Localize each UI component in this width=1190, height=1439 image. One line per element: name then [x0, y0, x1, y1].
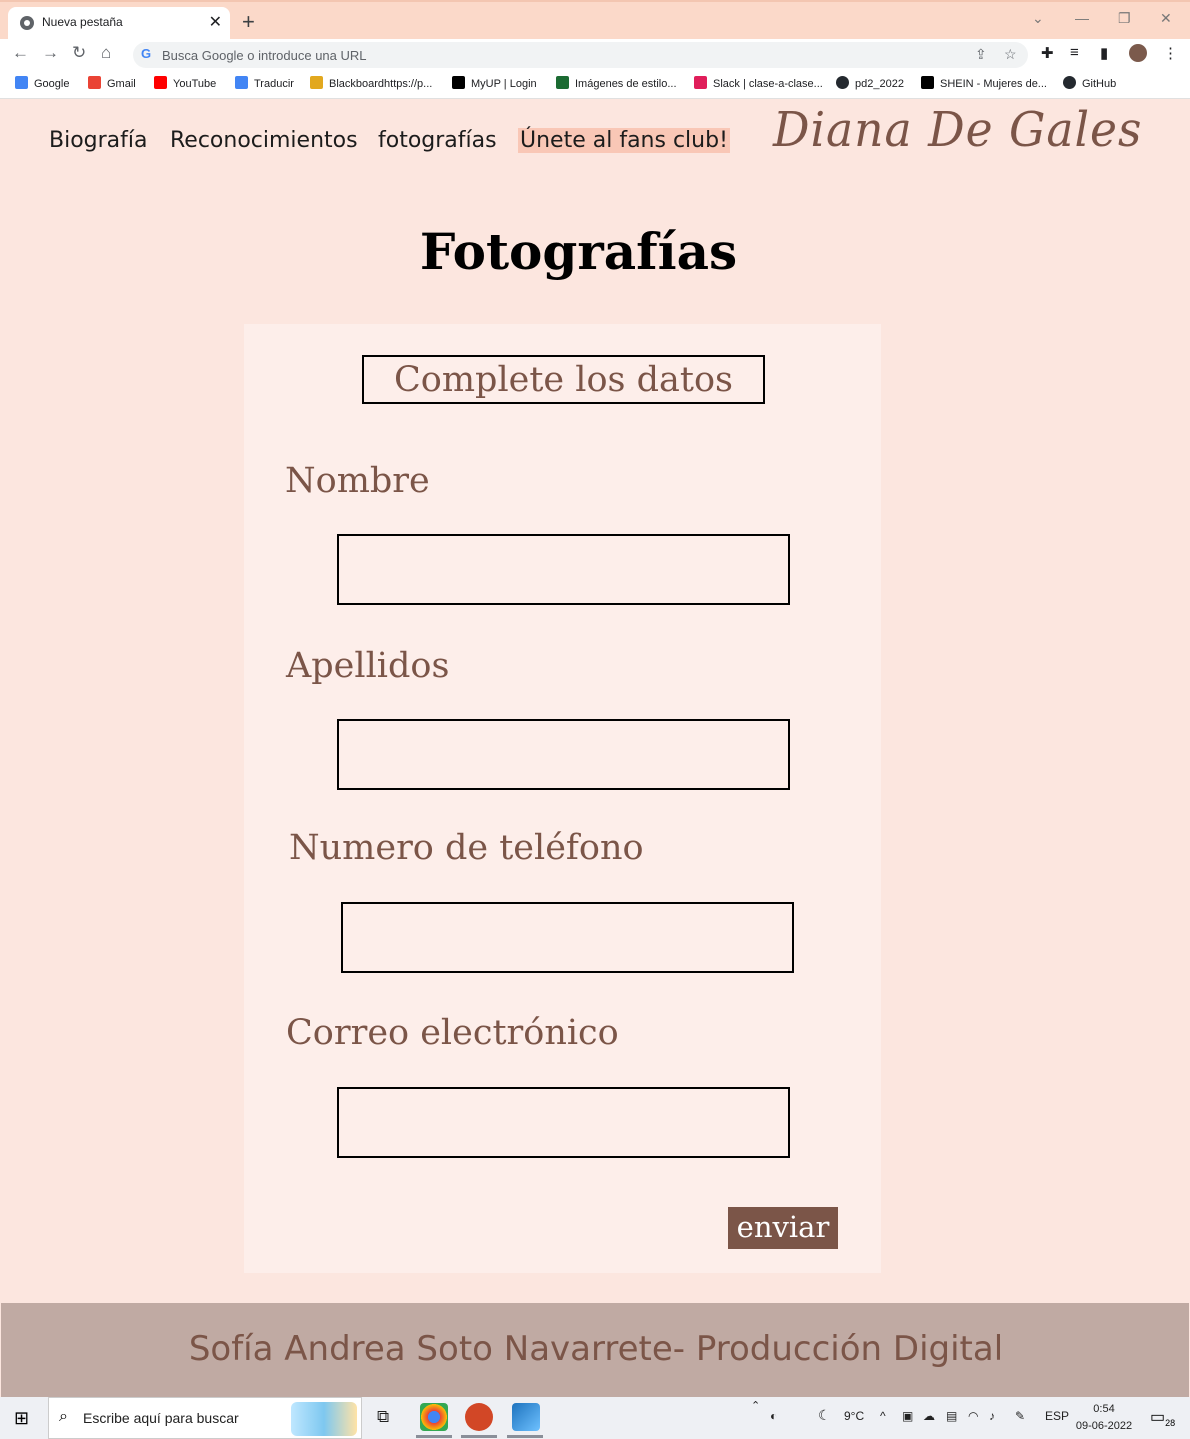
bookmark-star-icon[interactable]: ☆: [1004, 46, 1017, 63]
omnibox-placeholder: Busca Google o introduce una URL: [162, 48, 367, 63]
language-indicator[interactable]: ESP: [1045, 1409, 1069, 1423]
clock-date: 09-06-2022: [1075, 1420, 1133, 1432]
bookmarks-bar: Google Gmail YouTube Traducir Blackboard…: [0, 69, 1190, 99]
translate-icon: [235, 76, 248, 89]
youtube-icon: [154, 76, 167, 89]
footer-credit: Sofía Andrea Soto Navarrete- Producción …: [188, 1329, 1004, 1369]
notification-count: 28: [1165, 1418, 1176, 1429]
weather-temp[interactable]: 9°C: [844, 1409, 864, 1423]
close-window-button[interactable]: ✕: [1160, 10, 1172, 27]
browser-tab-bar: Nueva pestaña ✕ + ⌄ — ❐ ✕: [0, 0, 1190, 41]
minimize-button[interactable]: —: [1075, 10, 1089, 26]
photos-taskbar-icon[interactable]: [512, 1403, 540, 1431]
menu-kebab-icon[interactable]: ⋮: [1163, 44, 1178, 62]
label-telefono: Numero de teléfono: [289, 828, 644, 868]
search-icon: ⌕: [59, 1408, 68, 1425]
nav-reconocimientos[interactable]: Reconocimientos: [170, 128, 358, 153]
powerpoint-active-indicator: [461, 1435, 497, 1438]
bookmark-youtube[interactable]: YouTube: [154, 76, 216, 90]
clock-time: 0:54: [1093, 1403, 1115, 1415]
web-page: Biografía Reconocimientos fotografías Ún…: [1, 100, 1189, 1397]
volume-icon[interactable]: ♪: [989, 1409, 995, 1423]
browser-toolbar: ← → ↻ ⌂ G Busca Google o introduce una U…: [0, 39, 1190, 69]
browser-tab[interactable]: Nueva pestaña ✕: [8, 7, 230, 41]
blackboard-icon: [310, 76, 323, 89]
forward-arrow-icon[interactable]: →: [42, 43, 59, 63]
media-controls-icon[interactable]: ≡: [1070, 44, 1079, 61]
slack-icon: [694, 76, 707, 89]
bookmark-myup[interactable]: MyUP | Login: [452, 76, 537, 90]
nav-fotografias[interactable]: fotografías: [378, 128, 497, 153]
taskbar-search[interactable]: ⌕ Escribe aquí para buscar: [48, 1397, 362, 1439]
form-title-box: Complete los datos: [362, 355, 765, 404]
extensions-icon[interactable]: ✚: [1041, 44, 1054, 62]
profile-avatar[interactable]: [1129, 44, 1147, 62]
onedrive-icon[interactable]: ☁: [923, 1409, 935, 1423]
footer: Sofía Andrea Soto Navarrete- Producción …: [1, 1303, 1189, 1397]
tab-title: Nueva pestaña: [42, 15, 123, 29]
share-icon[interactable]: ⇪: [975, 46, 987, 63]
photos-active-indicator: [507, 1435, 543, 1438]
task-view-icon[interactable]: ⧉: [377, 1407, 389, 1427]
google-icon: [15, 76, 28, 89]
site-logo: Diana De Gales: [773, 102, 1143, 158]
w-logo-icon: [556, 76, 569, 89]
up-logo-icon: [452, 76, 465, 89]
apellidos-input[interactable]: [337, 719, 790, 790]
nav-biografia[interactable]: Biografía: [49, 128, 148, 153]
shein-icon: [921, 76, 934, 89]
label-correo: Correo electrónico: [286, 1013, 619, 1053]
bookmark-google[interactable]: Google: [15, 76, 69, 90]
close-tab-icon[interactable]: ✕: [209, 12, 222, 32]
home-icon[interactable]: ⌂: [101, 43, 111, 63]
tray-chevron-icon[interactable]: ^: [880, 1409, 886, 1423]
search-highlight-image: [291, 1402, 357, 1436]
label-nombre: Nombre: [285, 461, 430, 501]
nombre-input[interactable]: [337, 534, 790, 605]
bookmark-imagenes[interactable]: Imágenes de estilo...: [556, 76, 677, 90]
chrome-taskbar-icon[interactable]: [420, 1403, 448, 1431]
gmail-icon: [88, 76, 101, 89]
bookmark-shein[interactable]: SHEIN - Mujeres de...: [921, 76, 1047, 90]
scroll-up-icon[interactable]: ⌃: [751, 1399, 760, 1412]
telefono-input[interactable]: [341, 902, 794, 973]
windows-start-icon[interactable]: ⊞: [14, 1408, 29, 1429]
restore-button[interactable]: ❐: [1118, 10, 1131, 27]
form-title: Complete los datos: [394, 360, 733, 400]
tab-search-icon[interactable]: ⌄: [1032, 10, 1044, 27]
github-icon: [836, 76, 849, 89]
page-title: Fotografías: [419, 222, 738, 281]
back-arrow-icon[interactable]: ←: [12, 43, 29, 63]
bookmark-slack[interactable]: Slack | clase-a-clase...: [694, 76, 823, 90]
chrome-icon: [20, 16, 34, 30]
correo-input[interactable]: [337, 1087, 790, 1158]
chrome-active-indicator: [416, 1435, 452, 1438]
bookmark-pd2[interactable]: pd2_2022: [836, 76, 904, 90]
pen-icon[interactable]: ✎: [1015, 1409, 1025, 1423]
bookmark-github[interactable]: GitHub: [1063, 76, 1116, 90]
windows-taskbar: ⊞ ⌕ Escribe aquí para buscar ⧉ ⌃ ◐ ☾ 9°C…: [0, 1397, 1190, 1439]
wifi-icon[interactable]: ◠: [968, 1409, 978, 1423]
taskbar-search-placeholder: Escribe aquí para buscar: [83, 1410, 239, 1426]
new-tab-button[interactable]: +: [242, 9, 255, 35]
bookmark-gmail[interactable]: Gmail: [88, 76, 136, 90]
side-panel-icon[interactable]: ▮: [1100, 44, 1108, 62]
bookmark-blackboard[interactable]: Blackboardhttps://p...: [310, 76, 432, 90]
form-card: Complete los datos Nombre Apellidos Nume…: [244, 324, 881, 1273]
label-apellidos: Apellidos: [286, 646, 450, 686]
system-clock[interactable]: 0:54 09-06-2022: [1075, 1401, 1133, 1435]
weather-app-icon[interactable]: ◐: [770, 1409, 777, 1423]
notifications-icon[interactable]: ▭28: [1150, 1407, 1175, 1428]
bookmark-traducir[interactable]: Traducir: [235, 76, 294, 90]
github-icon: [1063, 76, 1076, 89]
reload-icon[interactable]: ↻: [72, 43, 86, 63]
google-icon: G: [141, 46, 152, 61]
display-icon[interactable]: ▤: [946, 1409, 957, 1423]
nav-fans-club[interactable]: Únete al fans club!: [518, 128, 730, 153]
moon-icon: ☾: [818, 1407, 831, 1423]
enviar-button[interactable]: enviar: [728, 1207, 838, 1249]
omnibox[interactable]: G Busca Google o introduce una URL ⇪ ☆: [133, 42, 1028, 68]
meet-icon[interactable]: ▣: [902, 1409, 913, 1423]
powerpoint-taskbar-icon[interactable]: [465, 1403, 493, 1431]
